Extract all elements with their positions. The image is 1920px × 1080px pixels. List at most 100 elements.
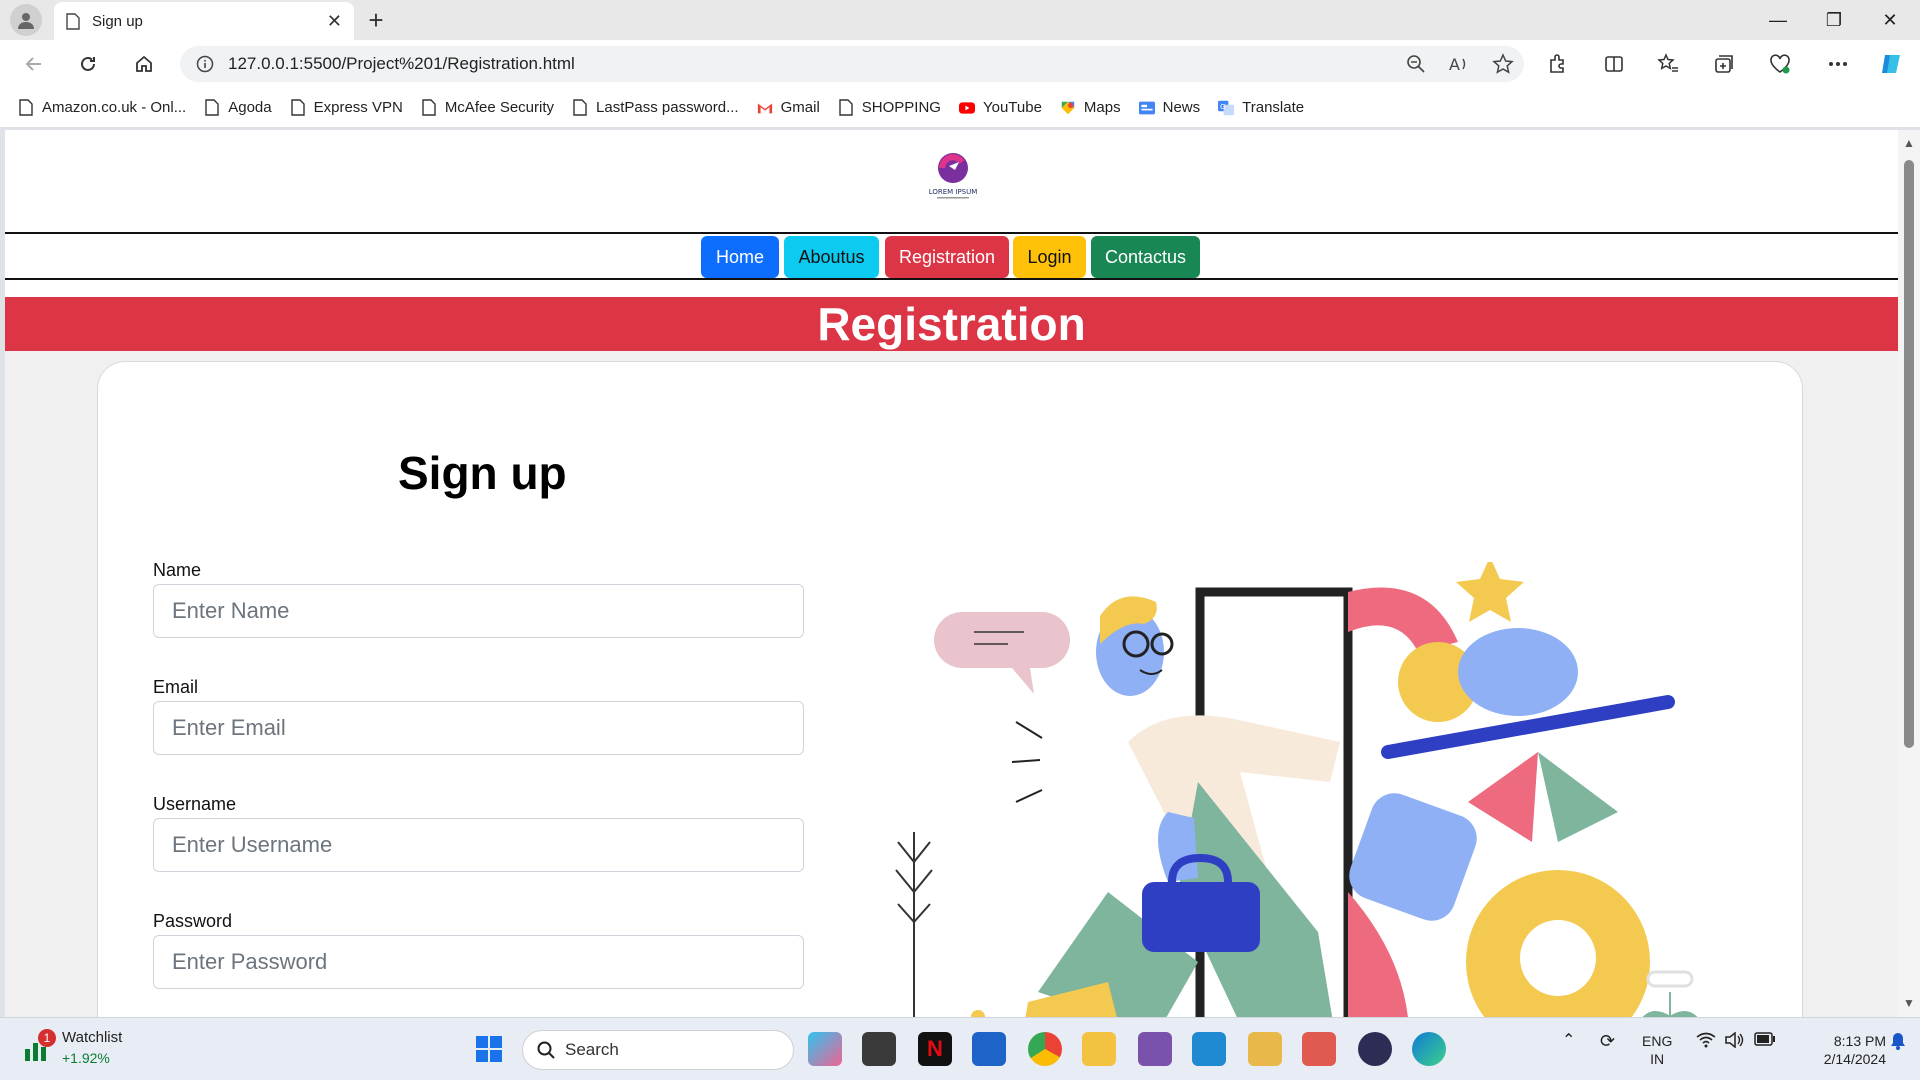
email-label: Email <box>153 677 199 697</box>
maps-icon <box>1060 99 1076 117</box>
edge-icon[interactable] <box>1412 1032 1446 1066</box>
clock[interactable]: 8:13 PM 2/14/2024 <box>1794 1032 1886 1068</box>
page-icon <box>290 99 306 117</box>
youtube-icon <box>958 99 975 117</box>
scroll-up-icon[interactable]: ▲ <box>1903 136 1915 150</box>
news-icon <box>1138 99 1155 117</box>
wifi-icon[interactable] <box>1696 1032 1716 1053</box>
bookmark-youtube[interactable]: YouTube <box>958 99 1042 117</box>
browser-tab[interactable]: Sign up ✕ <box>54 2 354 40</box>
site-info-icon[interactable] <box>196 55 214 73</box>
restore-button[interactable]: ❐ <box>1806 0 1862 40</box>
address-bar[interactable]: 127.0.0.1:5500/Project%201/Registration.… <box>180 46 1524 82</box>
copilot-button[interactable] <box>1876 48 1908 80</box>
bookmark-maps[interactable]: Maps <box>1060 99 1121 117</box>
chevron-up-icon[interactable]: ⌃ <box>1562 1032 1575 1050</box>
email-input[interactable] <box>153 701 804 755</box>
notification-bell-icon[interactable] <box>1890 1032 1906 1055</box>
bookmark-label: SHOPPING <box>861 99 941 116</box>
bookmark-label: Express VPN <box>313 99 403 116</box>
nav-registration-button[interactable]: Registration <box>885 236 1009 278</box>
bookmark-shopping[interactable]: SHOPPING <box>838 99 941 117</box>
password-label: Password <box>153 911 233 931</box>
copilot-taskbar-icon[interactable] <box>808 1032 842 1066</box>
page-scrollbar[interactable]: ▲ ▼ <box>1898 130 1920 1017</box>
nav-home-button[interactable]: Home <box>701 236 779 278</box>
reload-icon <box>81 56 95 71</box>
read-aloud-icon[interactable]: A <box>1448 54 1470 74</box>
site-logo[interactable]: LOREM IPSUM <box>925 148 981 204</box>
nav-contactus-button[interactable]: Contactus <box>1091 236 1200 278</box>
bookmark-news[interactable]: News <box>1138 99 1200 117</box>
scrollbar-thumb[interactable] <box>1904 160 1914 748</box>
bookmark-amazon[interactable]: Amazon.co.uk - Onl... <box>18 99 186 117</box>
collections-button[interactable] <box>1708 48 1740 80</box>
battery-icon[interactable] <box>1754 1032 1776 1050</box>
bookmark-label: Gmail <box>780 99 820 116</box>
close-window-button[interactable]: ✕ <box>1862 0 1918 40</box>
start-button[interactable] <box>472 1032 506 1066</box>
bookmark-label: LastPass password... <box>596 99 739 116</box>
task-view-icon[interactable] <box>862 1032 896 1066</box>
watchlist-change: +1.92% <box>62 1050 110 1066</box>
copilot-icon <box>1882 55 1900 73</box>
name-input[interactable] <box>153 584 804 638</box>
favorite-star-icon[interactable] <box>1492 53 1514 75</box>
zoom-icon[interactable] <box>1406 54 1426 74</box>
chrome-icon[interactable] <box>1028 1032 1062 1066</box>
svg-text:G: G <box>1220 101 1226 110</box>
bookmark-label: YouTube <box>982 99 1042 116</box>
sync-icon[interactable]: ⟳ <box>1600 1032 1615 1050</box>
home-button[interactable] <box>128 48 160 80</box>
favorites-button[interactable] <box>1652 48 1684 80</box>
browser-essentials-button[interactable] <box>1764 48 1796 80</box>
search-icon <box>537 1041 555 1059</box>
app-icon[interactable] <box>1248 1032 1282 1066</box>
back-button[interactable] <box>18 48 50 80</box>
split-screen-button[interactable] <box>1598 48 1630 80</box>
clock-date: 2/14/2024 <box>1823 1051 1886 1067</box>
watchlist-icon: 1 <box>22 1029 56 1063</box>
translate-icon: G <box>1218 99 1235 117</box>
bookmark-express-vpn[interactable]: Express VPN <box>290 99 403 117</box>
region-label: IN <box>1650 1051 1665 1067</box>
vscode-icon[interactable] <box>1192 1032 1226 1066</box>
eclipse-icon[interactable] <box>1358 1032 1392 1066</box>
page-icon <box>66 12 80 30</box>
bookmark-mcafee[interactable]: McAfee Security <box>421 99 554 117</box>
reload-button[interactable] <box>72 48 104 80</box>
svg-text:LOREM IPSUM: LOREM IPSUM <box>929 188 978 196</box>
username-input[interactable] <box>153 818 804 872</box>
extensions-button[interactable] <box>1542 48 1574 80</box>
volume-icon[interactable] <box>1724 1031 1744 1052</box>
tab-title: Sign up <box>92 12 143 30</box>
more-dots-icon <box>1829 62 1847 66</box>
language-indicator[interactable]: ENG IN <box>1642 1032 1672 1068</box>
close-tab-icon[interactable]: ✕ <box>327 11 342 32</box>
page-icon <box>421 99 437 117</box>
file-explorer-icon[interactable] <box>1082 1032 1116 1066</box>
signup-illustration <box>895 562 1698 1017</box>
bookmark-agoda[interactable]: Agoda <box>204 99 272 117</box>
nav-login-button[interactable]: Login <box>1013 236 1086 278</box>
new-tab-button[interactable]: + <box>362 5 390 35</box>
visual-studio-icon[interactable] <box>1138 1032 1172 1066</box>
name-label: Name <box>153 560 202 580</box>
bookmark-translate[interactable]: G Translate <box>1218 99 1304 117</box>
nav-aboutus-button[interactable]: Aboutus <box>784 236 879 278</box>
bookmark-gmail[interactable]: Gmail <box>757 99 820 117</box>
tab-strip: Sign up ✕ + — ❐ ✕ <box>0 0 1920 40</box>
app-icon[interactable] <box>1302 1032 1336 1066</box>
watchlist-widget[interactable]: 1 Watchlist +1.92% <box>22 1028 122 1068</box>
profile-button[interactable] <box>10 4 42 36</box>
page-icon <box>18 99 34 117</box>
minimize-button[interactable]: — <box>1750 0 1806 40</box>
scroll-down-icon[interactable]: ▼ <box>1903 996 1915 1010</box>
main-nav: Home Aboutus Registration Login Contactu… <box>5 232 1898 280</box>
bookmark-lastpass[interactable]: LastPass password... <box>572 99 739 117</box>
password-input[interactable] <box>153 935 804 989</box>
settings-menu-button[interactable] <box>1822 48 1854 80</box>
taskbar-search[interactable]: Search <box>522 1030 794 1070</box>
netflix-icon[interactable]: N <box>918 1032 952 1066</box>
store-icon[interactable] <box>972 1032 1006 1066</box>
